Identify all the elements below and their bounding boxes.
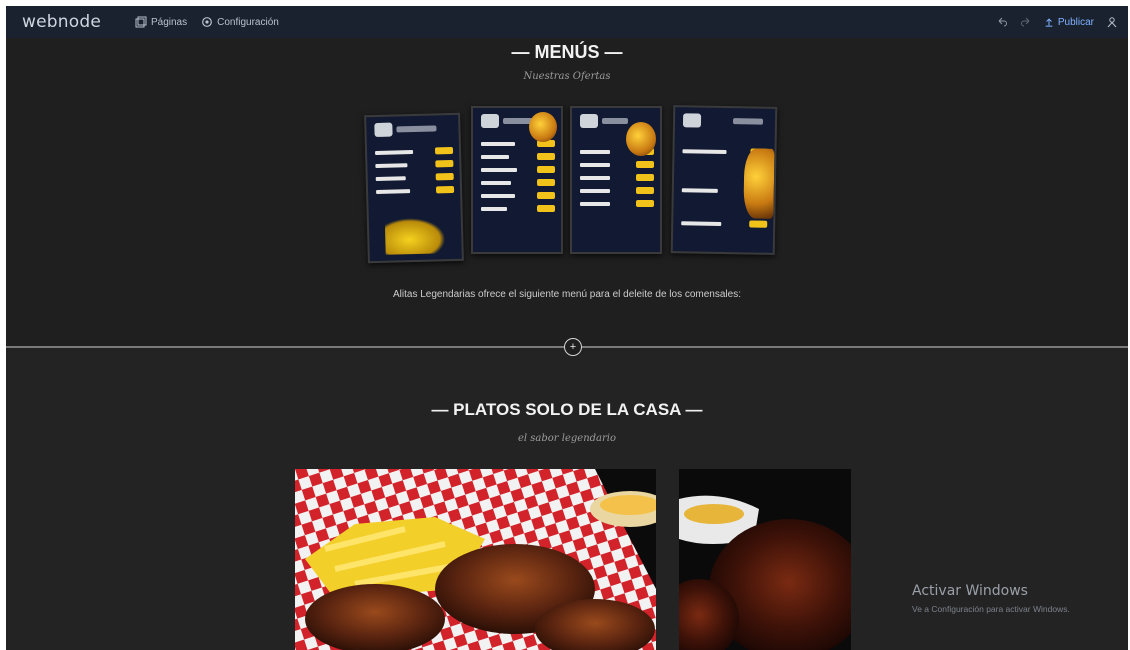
menus-title[interactable]: — MENÚS — (6, 42, 1128, 63)
dish-photo-wings-fries[interactable] (295, 469, 656, 650)
menu-card[interactable] (471, 106, 563, 254)
wings-fries-image-icon (295, 469, 656, 650)
nav-settings[interactable]: Configuración (201, 16, 279, 28)
redo-icon (1020, 17, 1030, 27)
windows-activation-subtitle: Ve a Configuración para activar Windows. (912, 604, 1070, 614)
nav-pages-label: Páginas (150, 16, 188, 28)
brand-badge-icon (374, 122, 393, 138)
menu-card[interactable] (570, 106, 662, 254)
brand-badge-icon (481, 114, 499, 128)
browser-viewport: webnode Páginas Configuración Publicar —… (6, 6, 1128, 650)
platos-title[interactable]: — PLATOS SOLO DE LA CASA — (6, 400, 1128, 420)
editor-topbar: webnode Páginas Configuración Publicar (6, 6, 1128, 38)
menus-subtitle[interactable]: Nuestras Ofertas (6, 71, 1128, 82)
menu-card-header (675, 107, 775, 135)
undo-button[interactable] (996, 16, 1008, 28)
platos-subtitle[interactable]: el sabor legendario (6, 433, 1128, 444)
food-image-icon (626, 122, 656, 156)
account-button[interactable] (1106, 16, 1118, 28)
menu-card-header (366, 115, 459, 143)
menus-description[interactable]: Alitas Legendarias ofrece el siguiente m… (6, 289, 1128, 300)
undo-icon (998, 17, 1007, 27)
food-image-icon (743, 148, 775, 219)
menu-card[interactable] (670, 105, 778, 255)
publish-button[interactable]: Publicar (1044, 17, 1094, 28)
menu-card[interactable] (364, 112, 464, 264)
webnode-logo[interactable]: webnode (22, 12, 101, 32)
settings-icon (202, 17, 213, 27)
dish-photo-ribs[interactable] (679, 469, 851, 650)
ribs-image-icon (679, 469, 851, 650)
pages-icon (135, 16, 147, 28)
publish-icon (1045, 18, 1053, 27)
topbar-actions: Publicar (996, 6, 1118, 38)
redo-button[interactable] (1020, 16, 1032, 28)
brand-badge-icon (682, 113, 702, 128)
food-image-icon (384, 217, 446, 255)
publish-label: Publicar (1057, 16, 1094, 28)
user-icon (1107, 17, 1117, 28)
nav-pages[interactable]: Páginas (135, 16, 187, 28)
add-section-button[interactable]: + (564, 338, 582, 356)
food-image-icon (529, 112, 557, 142)
windows-activation-title: Activar Windows (912, 583, 1028, 599)
plus-circle-icon: + (569, 340, 577, 353)
editor-nav: Páginas Configuración (135, 16, 279, 28)
menu-gallery[interactable] (364, 105, 786, 264)
nav-settings-label: Configuración (217, 16, 279, 28)
brand-badge-icon (580, 114, 598, 128)
